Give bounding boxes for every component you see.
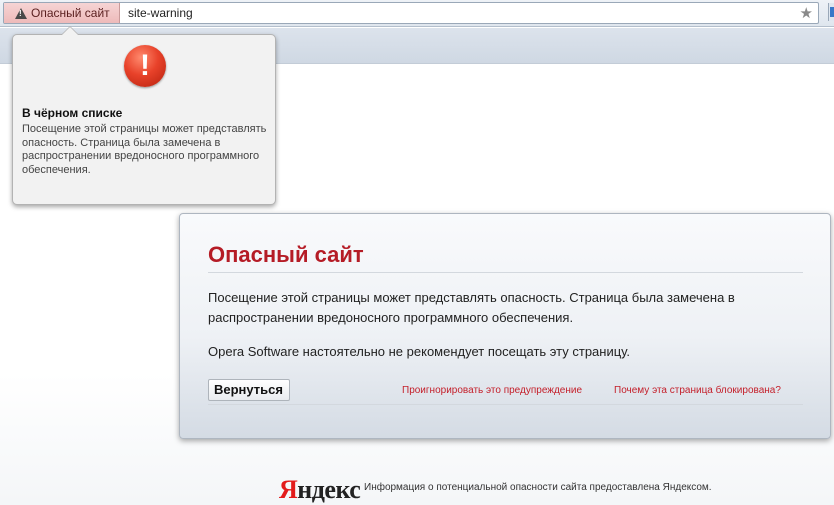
dialog-paragraph-recommendation: Opera Software настоятельно не рекоменду… — [208, 344, 630, 359]
security-popup: ! В чёрном списке Посещение этой страниц… — [12, 26, 276, 205]
popup-title: В чёрном списке — [22, 106, 123, 120]
dialog-paragraph-warning: Посещение этой страницы может представля… — [208, 290, 735, 325]
yandex-logo-rest: ндекс — [297, 475, 361, 504]
yandex-logo-first-letter: Я — [279, 475, 298, 504]
security-warning-badge[interactable]: Опасный сайт — [4, 3, 120, 23]
alert-exclamation-icon: ! — [124, 45, 166, 87]
why-blocked-link[interactable]: Почему эта страница блокирована? — [614, 385, 781, 396]
back-button[interactable]: Вернуться — [208, 379, 290, 401]
security-badge-label: Опасный сайт — [31, 6, 110, 20]
address-input[interactable]: site-warning — [128, 6, 193, 20]
divider — [208, 404, 803, 405]
warning-triangle-icon — [15, 7, 27, 19]
popup-arrow — [61, 26, 79, 35]
warning-dialog: Опасный сайт Посещение этой страницы мож… — [179, 213, 831, 439]
side-panel-button[interactable] — [828, 3, 834, 21]
footer-info-text: Информация о потенциальной опасности сай… — [364, 482, 712, 493]
yandex-logo[interactable]: Яндекс — [279, 475, 361, 505]
popup-text: Посещение этой страницы может представля… — [22, 123, 267, 176]
dialog-title: Опасный сайт — [208, 242, 364, 267]
ignore-warning-link[interactable]: Проигнорировать это предупреждение — [402, 385, 582, 396]
bookmark-star-icon[interactable]: ★ — [800, 4, 813, 22]
address-bar[interactable]: Опасный сайт site-warning ★ — [3, 2, 819, 24]
divider — [208, 272, 803, 273]
browser-toolbar: Опасный сайт site-warning ★ — [0, 0, 834, 27]
